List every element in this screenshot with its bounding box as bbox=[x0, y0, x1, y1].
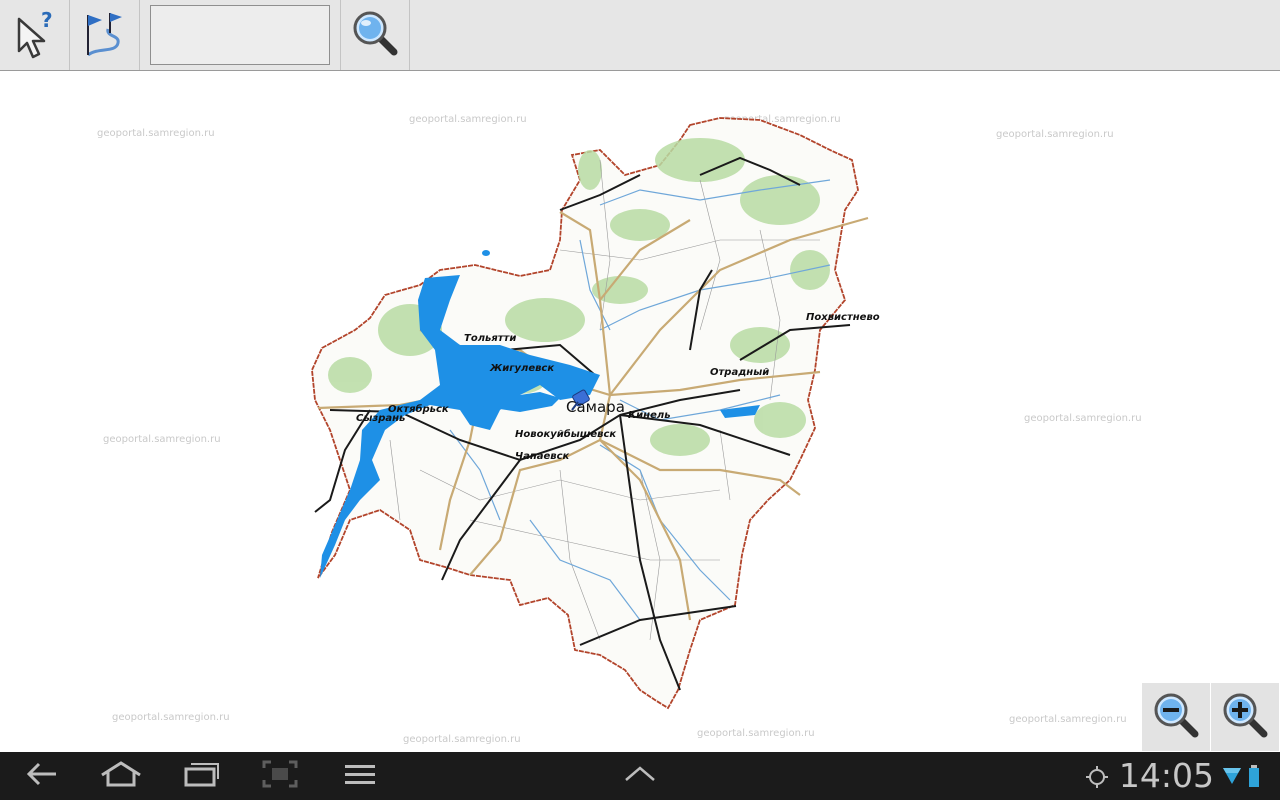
recent-apps-button[interactable] bbox=[182, 758, 222, 794]
gps-icon bbox=[1085, 765, 1109, 793]
toolbar: ? bbox=[0, 0, 1280, 71]
city-label-tolyatti: Тольятти bbox=[464, 333, 516, 344]
route-flags-button[interactable] bbox=[70, 0, 140, 70]
city-label-chapaevsk: Чапаевск bbox=[515, 451, 570, 462]
home-icon bbox=[99, 759, 143, 793]
menu-icon bbox=[343, 761, 377, 791]
city-label-otradny: Отрадный bbox=[710, 367, 769, 378]
city-label-novokuibyshevsk: Новокуйбышевск bbox=[515, 428, 616, 440]
show-notifications-button[interactable] bbox=[622, 758, 658, 794]
map-view[interactable]: geoportal.samregion.ru geoportal.samregi… bbox=[0, 72, 1280, 752]
search-icon bbox=[350, 8, 400, 62]
help-pointer-button[interactable]: ? bbox=[0, 0, 70, 70]
back-arrow-icon bbox=[24, 759, 60, 793]
route-flags-icon bbox=[80, 7, 130, 63]
home-button[interactable] bbox=[98, 758, 144, 794]
svg-text:?: ? bbox=[41, 8, 53, 32]
city-label-samara: Самара bbox=[566, 398, 625, 416]
wifi-icon bbox=[1222, 766, 1242, 790]
screenshot-icon bbox=[262, 759, 298, 793]
battery-icon bbox=[1248, 764, 1260, 792]
search-input[interactable] bbox=[150, 5, 330, 65]
menu-button[interactable] bbox=[342, 758, 378, 794]
screenshot-button[interactable] bbox=[260, 758, 300, 794]
zoom-in-icon bbox=[1220, 690, 1270, 744]
recent-apps-icon bbox=[183, 759, 221, 793]
help-pointer-icon: ? bbox=[13, 7, 57, 63]
zoom-out-icon bbox=[1151, 690, 1201, 744]
city-label-zhigulevsk: Жигулевск bbox=[489, 363, 554, 374]
zoom-out-button[interactable] bbox=[1142, 683, 1210, 751]
city-label-syzran: Сызрань bbox=[356, 413, 405, 424]
city-label-pokhvistnevo: Похвистнево bbox=[806, 312, 880, 323]
zoom-in-button[interactable] bbox=[1211, 683, 1279, 751]
back-button[interactable] bbox=[20, 758, 64, 794]
status-clock: 14:05 bbox=[1118, 756, 1214, 795]
city-label-kinel: Кинель bbox=[628, 410, 671, 421]
region-map: Самара Тольятти Жигулевск Октябрьск Сызр… bbox=[311, 117, 880, 710]
search-button[interactable] bbox=[340, 0, 410, 70]
chevron-up-icon bbox=[623, 764, 657, 788]
system-navigation-bar: 14:05 bbox=[0, 752, 1280, 800]
